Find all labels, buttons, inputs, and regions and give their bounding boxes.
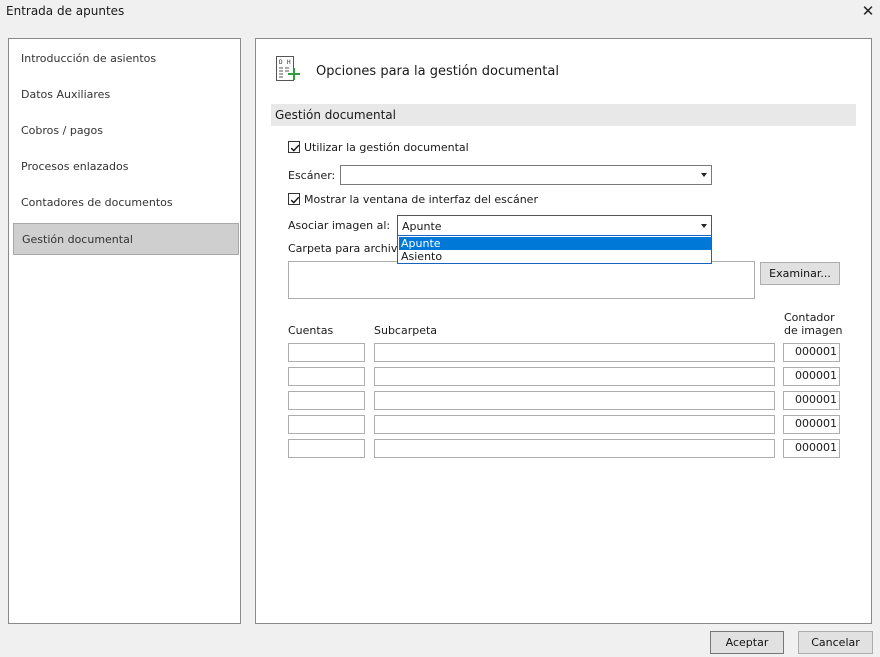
counter-input-4[interactable]: 000001 (783, 415, 840, 434)
icon-letter-d: D (279, 59, 283, 66)
page-title: Opciones para la gestión documental (316, 64, 559, 79)
counter-input-5[interactable]: 000001 (783, 439, 840, 458)
checkmark-icon (290, 144, 300, 152)
subfolder-input-3[interactable] (374, 391, 775, 410)
subfolder-input-2[interactable] (374, 367, 775, 386)
scanner-label: Escáner: (288, 169, 336, 182)
sidebar-item-introduccion-asientos[interactable]: Introducción de asientos (13, 43, 239, 75)
icon-letter-h: H (287, 59, 291, 66)
browse-button[interactable]: Examinar... (760, 262, 840, 285)
associate-dropdown-list: Apunte Asiento (397, 235, 712, 264)
section-header: Gestión documental (271, 104, 856, 126)
accept-button[interactable]: Aceptar (710, 631, 784, 654)
associate-label: Asociar imagen al: (288, 219, 391, 232)
dropdown-option-apunte[interactable]: Apunte (399, 237, 711, 250)
scanner-select[interactable] (340, 165, 712, 185)
subfolder-input-4[interactable] (374, 415, 775, 434)
folder-field[interactable] (288, 261, 755, 299)
sidebar-item-procesos-enlazados[interactable]: Procesos enlazados (13, 151, 239, 183)
sidebar-item-cobros-pagos[interactable]: Cobros / pagos (13, 115, 239, 147)
account-input-4[interactable] (288, 415, 365, 434)
window-title: Entrada de apuntes (6, 4, 125, 18)
sidebar: Introducción de asientos Datos Auxiliare… (8, 38, 241, 624)
dropdown-option-asiento[interactable]: Asiento (399, 250, 711, 263)
account-input-2[interactable] (288, 367, 365, 386)
checkmark-icon (290, 196, 300, 204)
folder-label: Carpeta para archivo: (288, 242, 408, 255)
associate-value: Apunte (402, 220, 442, 233)
counter-header-line2: de imagen (784, 324, 843, 337)
counter-input-3[interactable]: 000001 (783, 391, 840, 410)
counter-input-1[interactable]: 000001 (783, 343, 840, 362)
chevron-down-icon (701, 173, 707, 177)
counter-input-2[interactable]: 000001 (783, 367, 840, 386)
sidebar-item-datos-auxiliares[interactable]: Datos Auxiliares (13, 79, 239, 111)
use-docmgmt-label: Utilizar la gestión documental (304, 141, 469, 154)
use-docmgmt-checkbox[interactable] (288, 141, 300, 153)
chevron-down-icon (701, 223, 707, 228)
account-input-3[interactable] (288, 391, 365, 410)
subfolder-input-5[interactable] (374, 439, 775, 458)
document-add-icon: D H (276, 56, 302, 84)
show-scanner-ui-label: Mostrar la ventana de interfaz del escán… (304, 193, 538, 206)
cancel-button[interactable]: Cancelar (798, 631, 873, 654)
subfolder-header: Subcarpeta (374, 324, 438, 337)
show-scanner-ui-checkbox[interactable] (288, 193, 300, 205)
accounts-header: Cuentas (288, 324, 334, 337)
counter-header-line1: Contador (784, 311, 835, 324)
associate-select[interactable]: Apunte (397, 215, 712, 236)
sidebar-item-gestion-documental[interactable]: Gestión documental (13, 223, 239, 255)
sidebar-item-contadores-documentos[interactable]: Contadores de documentos (13, 187, 239, 219)
close-icon[interactable]: ✕ (858, 1, 878, 21)
subfolder-input-1[interactable] (374, 343, 775, 362)
account-input-1[interactable] (288, 343, 365, 362)
account-input-5[interactable] (288, 439, 365, 458)
